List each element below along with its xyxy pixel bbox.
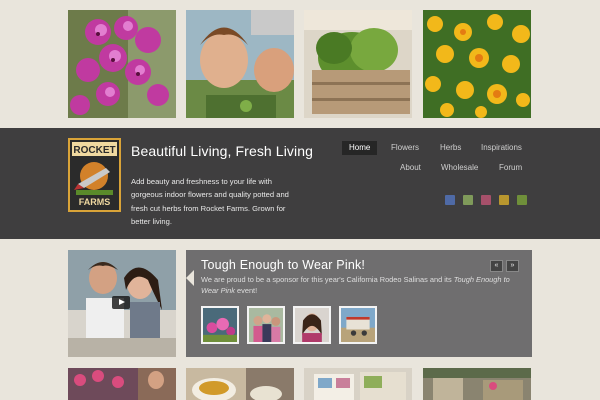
rocket-farms-logo[interactable]: ROCKET FARMS xyxy=(68,138,121,212)
slider-next-button[interactable]: » xyxy=(506,260,519,272)
bottom-flowers-photo[interactable] xyxy=(68,368,176,400)
bottom-magazine-photo[interactable] xyxy=(304,368,412,400)
logo-text-bottom: FARMS xyxy=(79,197,111,207)
slider-pointer xyxy=(186,270,194,286)
orchid-image xyxy=(68,10,176,118)
orchid-photo[interactable] xyxy=(68,10,176,118)
feature-description: We are proud to be a sponsor for this ye… xyxy=(201,275,521,296)
herb-crate-photo[interactable] xyxy=(304,10,412,118)
feature-thumbnail[interactable] xyxy=(339,306,377,344)
nav-forum[interactable]: Forum xyxy=(492,161,529,175)
bottom-store-image xyxy=(423,368,531,400)
pinterest-icon[interactable] xyxy=(481,195,491,205)
site-header: ROCKET FARMS Beautiful Living, Fresh Liv… xyxy=(0,128,600,239)
woman-portrait-thumb-image xyxy=(295,308,329,342)
nav-inspirations[interactable]: Inspirations xyxy=(474,141,529,155)
featured-slider: Tough Enough to Wear Pink! « » We are pr… xyxy=(186,250,532,357)
bottom-store-photo[interactable] xyxy=(423,368,531,400)
boy-planting-photo[interactable] xyxy=(186,10,294,118)
nav-herbs[interactable]: Herbs xyxy=(433,141,468,155)
blog-icon[interactable] xyxy=(517,195,527,205)
pink-flowers-thumb-image xyxy=(203,308,237,342)
nav-home[interactable]: Home xyxy=(342,141,378,155)
site-tagline: Add beauty and freshness to your life wi… xyxy=(131,177,289,226)
rodeo-people-thumb-image xyxy=(249,308,283,342)
feature-thumbnail[interactable] xyxy=(201,306,239,344)
feature-thumbnail[interactable] xyxy=(293,306,331,344)
nav-flowers[interactable]: Flowers xyxy=(384,141,426,155)
youtube-icon[interactable] xyxy=(499,195,509,205)
bottom-food-photo[interactable] xyxy=(186,368,294,400)
logo-text-top: ROCKET xyxy=(73,145,115,156)
rocket-logo-icon: ROCKET FARMS xyxy=(70,140,119,210)
nav-about[interactable]: About xyxy=(393,161,428,175)
booth-thumb-image xyxy=(341,308,375,342)
feature-thumbnail[interactable] xyxy=(247,306,285,344)
cooking-video-thumbnail[interactable] xyxy=(68,250,176,357)
feature-text-before: We are proud to be a sponsor for this ye… xyxy=(201,275,454,284)
feature-title[interactable]: Tough Enough to Wear Pink! xyxy=(201,258,365,272)
bottom-magazine-image xyxy=(304,368,412,400)
facebook-icon[interactable] xyxy=(445,195,455,205)
yellow-flowers-photo[interactable] xyxy=(423,10,531,118)
nav-wholesale[interactable]: Wholesale xyxy=(434,161,485,175)
bottom-food-image xyxy=(186,368,294,400)
bottom-flowers-image xyxy=(68,368,176,400)
herb-crate-image xyxy=(304,10,412,118)
play-icon[interactable] xyxy=(112,296,130,309)
twitter-icon[interactable] xyxy=(463,195,473,205)
feature-text-after: event! xyxy=(234,285,258,295)
boy-planting-image xyxy=(186,10,294,118)
yellow-flowers-image xyxy=(423,10,531,118)
site-title: Beautiful Living, Fresh Living xyxy=(131,143,313,159)
slider-prev-button[interactable]: « xyxy=(490,260,503,272)
